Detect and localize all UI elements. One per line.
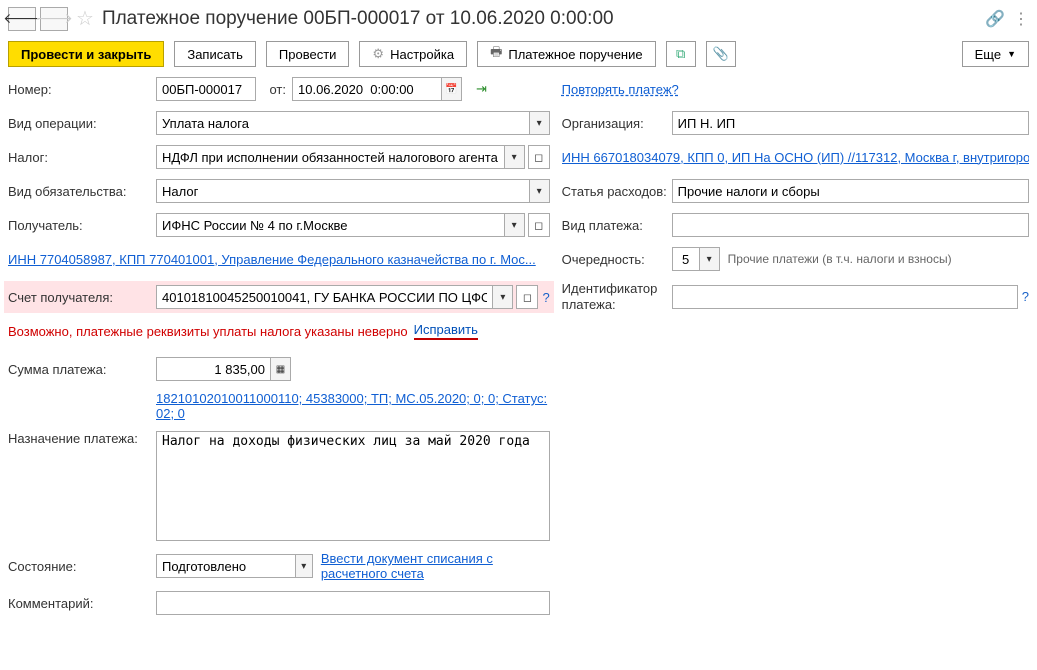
optype-dropdown[interactable]: ▾ <box>530 111 550 135</box>
tax-open[interactable]: ◻ <box>528 145 550 169</box>
move-icon: ⇥ <box>476 81 487 96</box>
recipient-open[interactable]: ◻ <box>528 213 550 237</box>
settings-button[interactable]: ⚙ Настройка <box>359 41 467 67</box>
structure-button[interactable]: ⧉ <box>666 41 696 67</box>
attach-button[interactable]: 📎 <box>706 41 736 67</box>
chevron-down-icon: ▼ <box>1007 49 1016 59</box>
date-input[interactable] <box>292 77 442 101</box>
forward-button[interactable]: 🡒 <box>40 7 68 31</box>
paytype-input[interactable] <box>672 213 1029 237</box>
ident-help[interactable]: ? <box>1022 289 1029 304</box>
acc-help[interactable]: ? <box>542 290 549 305</box>
more-button[interactable]: Еще ▼ <box>962 41 1029 67</box>
queue-dropdown[interactable]: ▾ <box>700 247 720 271</box>
fix-link[interactable]: Исправить <box>414 322 478 340</box>
acc-label: Счет получателя: <box>8 290 156 305</box>
obl-label: Вид обязательства: <box>8 184 156 199</box>
paytype-label: Вид платежа: <box>562 218 672 233</box>
paperclip-icon: 📎 <box>713 46 729 62</box>
ident-label: Идентификатор платежа: <box>562 281 672 312</box>
link-icon[interactable]: 🔗 <box>985 9 1005 29</box>
number-input[interactable] <box>156 77 256 101</box>
org-link[interactable]: ИНН 667018034079, КПП 0, ИП На ОСНО (ИП)… <box>562 150 1029 165</box>
repeat-link[interactable]: Повторять платеж? <box>562 82 679 97</box>
state-dropdown[interactable]: ▾ <box>296 554 313 578</box>
tax-input[interactable] <box>156 145 505 169</box>
more-menu-icon[interactable]: ⋮ <box>1013 9 1029 29</box>
obl-input[interactable] <box>156 179 530 203</box>
back-button[interactable]: 🡐 <box>8 7 36 31</box>
state-link[interactable]: Ввести документ списания с расчетного сч… <box>321 551 550 581</box>
move-date-button[interactable]: ⇥ <box>476 81 487 97</box>
print-label: Платежное поручение <box>508 47 642 62</box>
sum-input[interactable] <box>156 357 271 381</box>
acc-dropdown[interactable]: ▾ <box>493 285 513 309</box>
ident-input[interactable] <box>672 285 1018 309</box>
state-input[interactable] <box>156 554 296 578</box>
comment-input[interactable] <box>156 591 550 615</box>
expense-label: Статья расходов: <box>562 184 672 199</box>
expense-input[interactable] <box>672 179 1029 203</box>
purpose-label: Назначение платежа: <box>8 431 156 446</box>
sum-calc[interactable]: ▦ <box>271 357 291 381</box>
acc-open[interactable]: ◻ <box>516 285 538 309</box>
optype-label: Вид операции: <box>8 116 156 131</box>
optype-input[interactable] <box>156 111 530 135</box>
acc-input[interactable] <box>156 285 493 309</box>
from-label: от: <box>256 82 292 97</box>
purpose-textarea[interactable]: Налог на доходы физических лиц за май 20… <box>156 431 550 541</box>
org-input[interactable] <box>672 111 1029 135</box>
print-button[interactable]: 🖶 Платежное поручение <box>477 41 656 67</box>
tax-dropdown[interactable]: ▾ <box>505 145 525 169</box>
hierarchy-icon: ⧉ <box>676 46 685 62</box>
recipient-link[interactable]: ИНН 7704058987, КПП 770401001, Управлени… <box>8 252 536 267</box>
sum-label: Сумма платежа: <box>8 362 156 377</box>
warning-text: Возможно, платежные реквизиты уплаты нал… <box>8 324 408 339</box>
settings-label: Настройка <box>390 47 454 62</box>
obl-dropdown[interactable]: ▾ <box>530 179 550 203</box>
post-button[interactable]: Провести <box>266 41 350 67</box>
post-and-close-button[interactable]: Провести и закрыть <box>8 41 164 67</box>
calendar-button[interactable]: 📅 <box>442 77 462 101</box>
queue-input[interactable] <box>672 247 700 271</box>
recipient-label: Получатель: <box>8 218 156 233</box>
number-label: Номер: <box>8 82 156 97</box>
recipient-dropdown[interactable]: ▾ <box>505 213 525 237</box>
queue-desc: Прочие платежи (в т.ч. налоги и взносы) <box>728 252 952 266</box>
comment-label: Комментарий: <box>8 596 156 611</box>
recipient-input[interactable] <box>156 213 505 237</box>
queue-label: Очередность: <box>562 252 672 267</box>
gear-icon: ⚙ <box>372 46 384 62</box>
printer-icon: 🖶 <box>490 43 502 65</box>
calendar-icon: 📅 <box>445 84 457 95</box>
page-title: Платежное поручение 00БП-000017 от 10.06… <box>102 8 614 30</box>
calculator-icon: ▦ <box>276 364 285 375</box>
favorite-star-icon[interactable]: ☆ <box>76 6 94 31</box>
org-label: Организация: <box>562 116 672 131</box>
save-button[interactable]: Записать <box>174 41 256 67</box>
tax-label: Налог: <box>8 150 156 165</box>
more-label: Еще <box>975 47 1001 62</box>
state-label: Состояние: <box>8 559 156 574</box>
kbk-link[interactable]: 18210102010011000110; 45383000; ТП; МС.0… <box>156 391 550 421</box>
